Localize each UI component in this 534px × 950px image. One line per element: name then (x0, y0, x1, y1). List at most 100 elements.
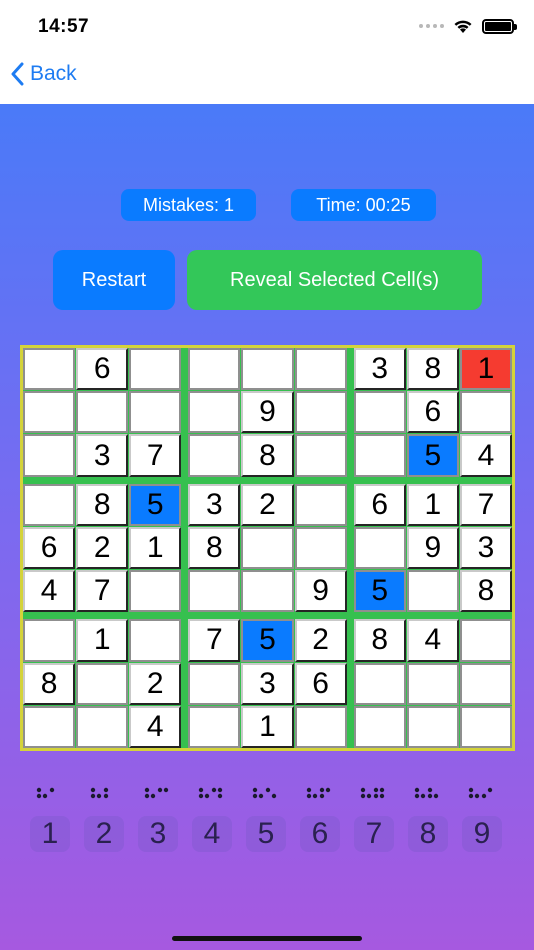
sudoku-cell-r5-c3[interactable]: 1 (129, 526, 182, 570)
sudoku-cell-r9-c2[interactable] (76, 705, 129, 748)
sudoku-cell-r7-c5[interactable]: 5 (241, 619, 294, 662)
sudoku-cell-r6-c6[interactable]: 9 (294, 570, 347, 613)
sudoku-cell-r7-c9[interactable] (459, 619, 512, 662)
sudoku-cell-r6-c7[interactable]: 5 (353, 570, 406, 613)
sudoku-cell-r1-c3[interactable] (129, 348, 182, 391)
sudoku-cell-r3-c9[interactable]: 4 (459, 434, 512, 477)
sudoku-cell-r2-c1[interactable] (23, 391, 76, 434)
sudoku-cell-r8-c6[interactable]: 6 (294, 662, 347, 705)
braille-dots-icon (306, 784, 334, 802)
number-key-1[interactable]: 1 (30, 784, 70, 852)
sudoku-cell-r9-c7[interactable] (353, 705, 406, 748)
back-button[interactable]: Back (10, 62, 77, 86)
sudoku-cell-r9-c3[interactable]: 4 (129, 705, 182, 748)
sudoku-cell-r2-c8[interactable]: 6 (406, 391, 459, 434)
sudoku-cell-r4-c9[interactable]: 7 (459, 483, 512, 526)
sudoku-cell-r9-c9[interactable] (459, 705, 512, 748)
sudoku-cell-r2-c9[interactable] (459, 391, 512, 434)
sudoku-cell-r3-c6[interactable] (294, 434, 347, 477)
sudoku-cell-r7-c1[interactable] (23, 619, 76, 662)
sudoku-cell-r8-c9[interactable] (459, 662, 512, 705)
sudoku-cell-r4-c7[interactable]: 6 (353, 483, 406, 526)
sudoku-cell-r3-c2[interactable]: 3 (76, 434, 129, 477)
sudoku-cell-r7-c6[interactable]: 2 (294, 619, 347, 662)
number-key-6[interactable]: 6 (300, 784, 340, 852)
status-bar: 14:57 (0, 0, 534, 52)
sudoku-cell-r1-c9[interactable]: 1 (459, 348, 512, 391)
sudoku-cell-r4-c8[interactable]: 1 (406, 483, 459, 526)
sudoku-cell-r7-c2[interactable]: 1 (76, 619, 129, 662)
sudoku-cell-r1-c4[interactable] (188, 348, 241, 391)
sudoku-cell-r2-c7[interactable] (353, 391, 406, 434)
sudoku-cell-r8-c4[interactable] (188, 662, 241, 705)
sudoku-cell-r9-c1[interactable] (23, 705, 76, 748)
sudoku-cell-r3-c4[interactable] (188, 434, 241, 477)
sudoku-cell-r4-c2[interactable]: 8 (76, 483, 129, 526)
sudoku-cell-r7-c4[interactable]: 7 (188, 619, 241, 662)
number-key-8[interactable]: 8 (408, 784, 448, 852)
sudoku-cell-r3-c1[interactable] (23, 434, 76, 477)
sudoku-cell-r6-c2[interactable]: 7 (76, 570, 129, 613)
navigation-bar: Back (0, 52, 534, 104)
sudoku-cell-r9-c5[interactable]: 1 (241, 705, 294, 748)
sudoku-cell-r6-c8[interactable] (406, 570, 459, 613)
sudoku-cell-r9-c4[interactable] (188, 705, 241, 748)
sudoku-cell-r5-c1[interactable]: 6 (23, 526, 76, 570)
number-key-label: 9 (462, 816, 502, 852)
sudoku-cell-r7-c3[interactable] (129, 619, 182, 662)
sudoku-cell-r9-c8[interactable] (406, 705, 459, 748)
reveal-selected-cells-button[interactable]: Reveal Selected Cell(s) (187, 250, 482, 310)
sudoku-cell-r3-c5[interactable]: 8 (241, 434, 294, 477)
sudoku-cell-r5-c2[interactable]: 2 (76, 526, 129, 570)
sudoku-cell-r2-c4[interactable] (188, 391, 241, 434)
sudoku-cell-r4-c4[interactable]: 3 (188, 483, 241, 526)
sudoku-cell-r2-c5[interactable]: 9 (241, 391, 294, 434)
number-key-5[interactable]: 5 (246, 784, 286, 852)
sudoku-cell-r8-c1[interactable]: 8 (23, 662, 76, 705)
sudoku-cell-r2-c6[interactable] (294, 391, 347, 434)
sudoku-cell-r1-c8[interactable]: 8 (406, 348, 459, 391)
cellular-signal-icon (419, 24, 444, 28)
sudoku-cell-r7-c8[interactable]: 4 (406, 619, 459, 662)
sudoku-cell-r4-c1[interactable] (23, 483, 76, 526)
sudoku-cell-r6-c3[interactable] (129, 570, 182, 613)
sudoku-cell-r7-c7[interactable]: 8 (353, 619, 406, 662)
number-key-4[interactable]: 4 (192, 784, 232, 852)
sudoku-cell-r1-c7[interactable]: 3 (353, 348, 406, 391)
sudoku-cell-r2-c3[interactable] (129, 391, 182, 434)
number-key-label: 1 (30, 816, 70, 852)
sudoku-cell-r4-c6[interactable] (294, 483, 347, 526)
sudoku-cell-r6-c1[interactable]: 4 (23, 570, 76, 613)
sudoku-cell-r4-c5[interactable]: 2 (241, 483, 294, 526)
number-key-7[interactable]: 7 (354, 784, 394, 852)
home-indicator (172, 936, 362, 941)
sudoku-cell-r2-c2[interactable] (76, 391, 129, 434)
sudoku-cell-r1-c6[interactable] (294, 348, 347, 391)
sudoku-cell-r5-c7[interactable] (353, 526, 406, 570)
sudoku-cell-r1-c2[interactable]: 6 (76, 348, 129, 391)
sudoku-cell-r1-c5[interactable] (241, 348, 294, 391)
sudoku-cell-r6-c5[interactable] (241, 570, 294, 613)
sudoku-cell-r5-c4[interactable]: 8 (188, 526, 241, 570)
sudoku-cell-r9-c6[interactable] (294, 705, 347, 748)
sudoku-cell-r1-c1[interactable] (23, 348, 76, 391)
sudoku-cell-r3-c3[interactable]: 7 (129, 434, 182, 477)
number-key-9[interactable]: 9 (462, 784, 502, 852)
sudoku-cell-r5-c6[interactable] (294, 526, 347, 570)
sudoku-cell-r5-c8[interactable]: 9 (406, 526, 459, 570)
sudoku-cell-r5-c5[interactable] (241, 526, 294, 570)
sudoku-cell-r8-c2[interactable] (76, 662, 129, 705)
sudoku-cell-r8-c8[interactable] (406, 662, 459, 705)
sudoku-cell-r5-c9[interactable]: 3 (459, 526, 512, 570)
sudoku-cell-r6-c4[interactable] (188, 570, 241, 613)
sudoku-cell-r8-c7[interactable] (353, 662, 406, 705)
restart-button[interactable]: Restart (53, 250, 175, 310)
sudoku-cell-r3-c7[interactable] (353, 434, 406, 477)
sudoku-cell-r6-c9[interactable]: 8 (459, 570, 512, 613)
number-key-3[interactable]: 3 (138, 784, 178, 852)
number-key-2[interactable]: 2 (84, 784, 124, 852)
sudoku-cell-r8-c3[interactable]: 2 (129, 662, 182, 705)
sudoku-cell-r4-c3[interactable]: 5 (129, 483, 182, 526)
sudoku-cell-r3-c8[interactable]: 5 (406, 434, 459, 477)
sudoku-cell-r8-c5[interactable]: 3 (241, 662, 294, 705)
